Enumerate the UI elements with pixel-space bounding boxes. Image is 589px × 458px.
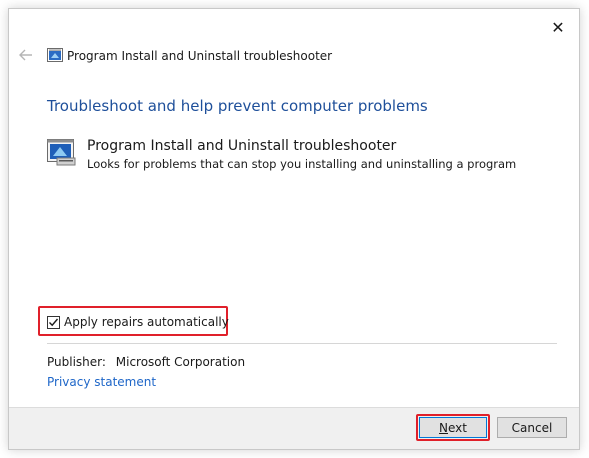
- publisher-label: Publisher:: [47, 355, 106, 369]
- apply-repairs-option[interactable]: Apply repairs automatically: [47, 315, 229, 329]
- window-title: Program Install and Uninstall troublesho…: [67, 49, 333, 63]
- privacy-statement-link[interactable]: Privacy statement: [47, 375, 156, 389]
- footer-bar: Next Cancel: [9, 407, 579, 449]
- next-button[interactable]: Next: [419, 417, 487, 438]
- troubleshooter-icon: [47, 139, 76, 166]
- back-arrow-icon: [19, 49, 32, 61]
- publisher-value: Microsoft Corporation: [115, 355, 246, 369]
- troubleshooter-description: Looks for problems that can stop you ins…: [87, 157, 517, 171]
- troubleshooter-window: ✕ Program Install and Uninstall troubles…: [8, 8, 580, 450]
- back-button[interactable]: [18, 47, 34, 63]
- cancel-button[interactable]: Cancel: [497, 417, 567, 438]
- troubleshooter-small-icon: [47, 48, 63, 62]
- close-icon: ✕: [551, 17, 565, 37]
- next-button-label: Next: [439, 420, 467, 435]
- apply-repairs-checkbox[interactable]: [47, 315, 60, 329]
- publisher-info: Publisher: Microsoft Corporation: [47, 355, 245, 369]
- divider: [47, 343, 557, 344]
- apply-repairs-label: Apply repairs automatically: [64, 315, 229, 329]
- page-heading: Troubleshoot and help prevent computer p…: [47, 97, 428, 115]
- checkmark-icon: [49, 318, 59, 326]
- close-button[interactable]: ✕: [545, 15, 571, 39]
- troubleshooter-title: Program Install and Uninstall troublesho…: [87, 138, 397, 154]
- cancel-button-label: Cancel: [511, 420, 553, 435]
